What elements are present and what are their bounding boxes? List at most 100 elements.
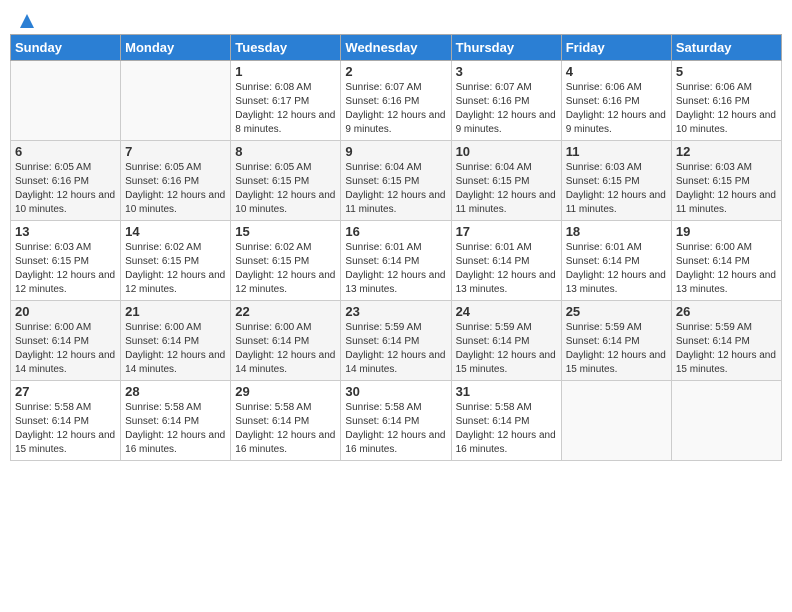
day-number: 29 [235,384,336,399]
day-info: Sunrise: 5:58 AM Sunset: 6:14 PM Dayligh… [235,401,336,457]
day-number: 2 [345,64,446,79]
page-header [10,10,782,26]
day-info: Sunrise: 5:58 AM Sunset: 6:14 PM Dayligh… [456,401,557,457]
day-info: Sunrise: 6:02 AM Sunset: 6:15 PM Dayligh… [235,241,336,297]
day-info: Sunrise: 6:05 AM Sunset: 6:16 PM Dayligh… [15,161,116,217]
day-info: Sunrise: 6:03 AM Sunset: 6:15 PM Dayligh… [566,161,667,217]
day-number: 5 [676,64,777,79]
day-info: Sunrise: 5:58 AM Sunset: 6:14 PM Dayligh… [15,401,116,457]
day-number: 16 [345,224,446,239]
calendar-week-row: 20 Sunrise: 6:00 AM Sunset: 6:14 PM Dayli… [11,301,782,381]
weekday-header-monday: Monday [121,35,231,61]
day-number: 15 [235,224,336,239]
day-info: Sunrise: 6:08 AM Sunset: 6:17 PM Dayligh… [235,81,336,137]
day-number: 7 [125,144,226,159]
calendar-cell [671,381,781,461]
calendar-cell: 23 Sunrise: 5:59 AM Sunset: 6:14 PM Dayli… [341,301,451,381]
day-number: 1 [235,64,336,79]
day-number: 4 [566,64,667,79]
day-info: Sunrise: 6:03 AM Sunset: 6:15 PM Dayligh… [15,241,116,297]
calendar-week-row: 6 Sunrise: 6:05 AM Sunset: 6:16 PM Daylig… [11,141,782,221]
day-number: 14 [125,224,226,239]
day-number: 17 [456,224,557,239]
calendar-cell: 30 Sunrise: 5:58 AM Sunset: 6:14 PM Dayli… [341,381,451,461]
calendar-cell: 19 Sunrise: 6:00 AM Sunset: 6:14 PM Dayli… [671,221,781,301]
day-info: Sunrise: 6:01 AM Sunset: 6:14 PM Dayligh… [345,241,446,297]
day-info: Sunrise: 6:04 AM Sunset: 6:15 PM Dayligh… [345,161,446,217]
day-number: 22 [235,304,336,319]
calendar-cell: 18 Sunrise: 6:01 AM Sunset: 6:14 PM Dayli… [561,221,671,301]
day-number: 28 [125,384,226,399]
day-info: Sunrise: 6:00 AM Sunset: 6:14 PM Dayligh… [15,321,116,377]
day-number: 6 [15,144,116,159]
day-info: Sunrise: 6:05 AM Sunset: 6:15 PM Dayligh… [235,161,336,217]
calendar-cell: 11 Sunrise: 6:03 AM Sunset: 6:15 PM Dayli… [561,141,671,221]
calendar-cell: 12 Sunrise: 6:03 AM Sunset: 6:15 PM Dayli… [671,141,781,221]
calendar-cell: 2 Sunrise: 6:07 AM Sunset: 6:16 PM Daylig… [341,61,451,141]
day-number: 19 [676,224,777,239]
calendar-cell: 13 Sunrise: 6:03 AM Sunset: 6:15 PM Dayli… [11,221,121,301]
weekday-header-saturday: Saturday [671,35,781,61]
calendar-cell: 25 Sunrise: 5:59 AM Sunset: 6:14 PM Dayli… [561,301,671,381]
day-number: 10 [456,144,557,159]
calendar-cell: 22 Sunrise: 6:00 AM Sunset: 6:14 PM Dayli… [231,301,341,381]
calendar-week-row: 27Sunrise: 5:58 AM Sunset: 6:14 PM Dayli… [11,381,782,461]
day-number: 25 [566,304,667,319]
day-info: Sunrise: 6:06 AM Sunset: 6:16 PM Dayligh… [676,81,777,137]
day-info: Sunrise: 6:03 AM Sunset: 6:15 PM Dayligh… [676,161,777,217]
calendar-cell: 5 Sunrise: 6:06 AM Sunset: 6:16 PM Daylig… [671,61,781,141]
day-info: Sunrise: 6:00 AM Sunset: 6:14 PM Dayligh… [125,321,226,377]
day-number: 31 [456,384,557,399]
day-number: 30 [345,384,446,399]
calendar-cell: 8 Sunrise: 6:05 AM Sunset: 6:15 PM Daylig… [231,141,341,221]
day-info: Sunrise: 6:04 AM Sunset: 6:15 PM Dayligh… [456,161,557,217]
day-info: Sunrise: 5:59 AM Sunset: 6:14 PM Dayligh… [456,321,557,377]
calendar-cell: 28 Sunrise: 5:58 AM Sunset: 6:14 PM Dayli… [121,381,231,461]
day-info: Sunrise: 6:01 AM Sunset: 6:14 PM Dayligh… [456,241,557,297]
weekday-header-tuesday: Tuesday [231,35,341,61]
day-info: Sunrise: 6:07 AM Sunset: 6:16 PM Dayligh… [456,81,557,137]
calendar-cell [121,61,231,141]
calendar-cell: 26 Sunrise: 5:59 AM Sunset: 6:14 PM Dayli… [671,301,781,381]
weekday-header-sunday: Sunday [11,35,121,61]
day-info: Sunrise: 6:02 AM Sunset: 6:15 PM Dayligh… [125,241,226,297]
calendar-cell: 31 Sunrise: 5:58 AM Sunset: 6:14 PM Dayli… [451,381,561,461]
calendar-week-row: 13 Sunrise: 6:03 AM Sunset: 6:15 PM Dayli… [11,221,782,301]
calendar-cell: 16 Sunrise: 6:01 AM Sunset: 6:14 PM Dayli… [341,221,451,301]
calendar-cell: 10 Sunrise: 6:04 AM Sunset: 6:15 PM Dayli… [451,141,561,221]
day-info: Sunrise: 5:59 AM Sunset: 6:14 PM Dayligh… [345,321,446,377]
weekday-header-friday: Friday [561,35,671,61]
calendar-cell: 6 Sunrise: 6:05 AM Sunset: 6:16 PM Daylig… [11,141,121,221]
day-number: 21 [125,304,226,319]
day-info: Sunrise: 6:00 AM Sunset: 6:14 PM Dayligh… [235,321,336,377]
day-info: Sunrise: 6:00 AM Sunset: 6:14 PM Dayligh… [676,241,777,297]
day-number: 8 [235,144,336,159]
day-number: 3 [456,64,557,79]
day-number: 12 [676,144,777,159]
calendar-cell: 4 Sunrise: 6:06 AM Sunset: 6:16 PM Daylig… [561,61,671,141]
day-info: Sunrise: 5:59 AM Sunset: 6:14 PM Dayligh… [566,321,667,377]
day-info: Sunrise: 6:07 AM Sunset: 6:16 PM Dayligh… [345,81,446,137]
calendar-cell: 3 Sunrise: 6:07 AM Sunset: 6:16 PM Daylig… [451,61,561,141]
day-number: 18 [566,224,667,239]
day-number: 9 [345,144,446,159]
calendar-cell: 27Sunrise: 5:58 AM Sunset: 6:14 PM Dayli… [11,381,121,461]
day-number: 11 [566,144,667,159]
day-number: 26 [676,304,777,319]
day-info: Sunrise: 5:58 AM Sunset: 6:14 PM Dayligh… [345,401,446,457]
calendar-week-row: 1 Sunrise: 6:08 AM Sunset: 6:17 PM Daylig… [11,61,782,141]
day-info: Sunrise: 5:59 AM Sunset: 6:14 PM Dayligh… [676,321,777,377]
weekday-header-thursday: Thursday [451,35,561,61]
calendar-cell: 7Sunrise: 6:05 AM Sunset: 6:16 PM Daylig… [121,141,231,221]
day-info: Sunrise: 5:58 AM Sunset: 6:14 PM Dayligh… [125,401,226,457]
calendar-cell: 29 Sunrise: 5:58 AM Sunset: 6:14 PM Dayli… [231,381,341,461]
day-number: 20 [15,304,116,319]
logo [14,10,38,26]
day-info: Sunrise: 6:06 AM Sunset: 6:16 PM Dayligh… [566,81,667,137]
day-info: Sunrise: 6:01 AM Sunset: 6:14 PM Dayligh… [566,241,667,297]
calendar-cell: 20 Sunrise: 6:00 AM Sunset: 6:14 PM Dayli… [11,301,121,381]
day-number: 13 [15,224,116,239]
calendar-cell: 9 Sunrise: 6:04 AM Sunset: 6:15 PM Daylig… [341,141,451,221]
day-number: 23 [345,304,446,319]
calendar-cell [11,61,121,141]
